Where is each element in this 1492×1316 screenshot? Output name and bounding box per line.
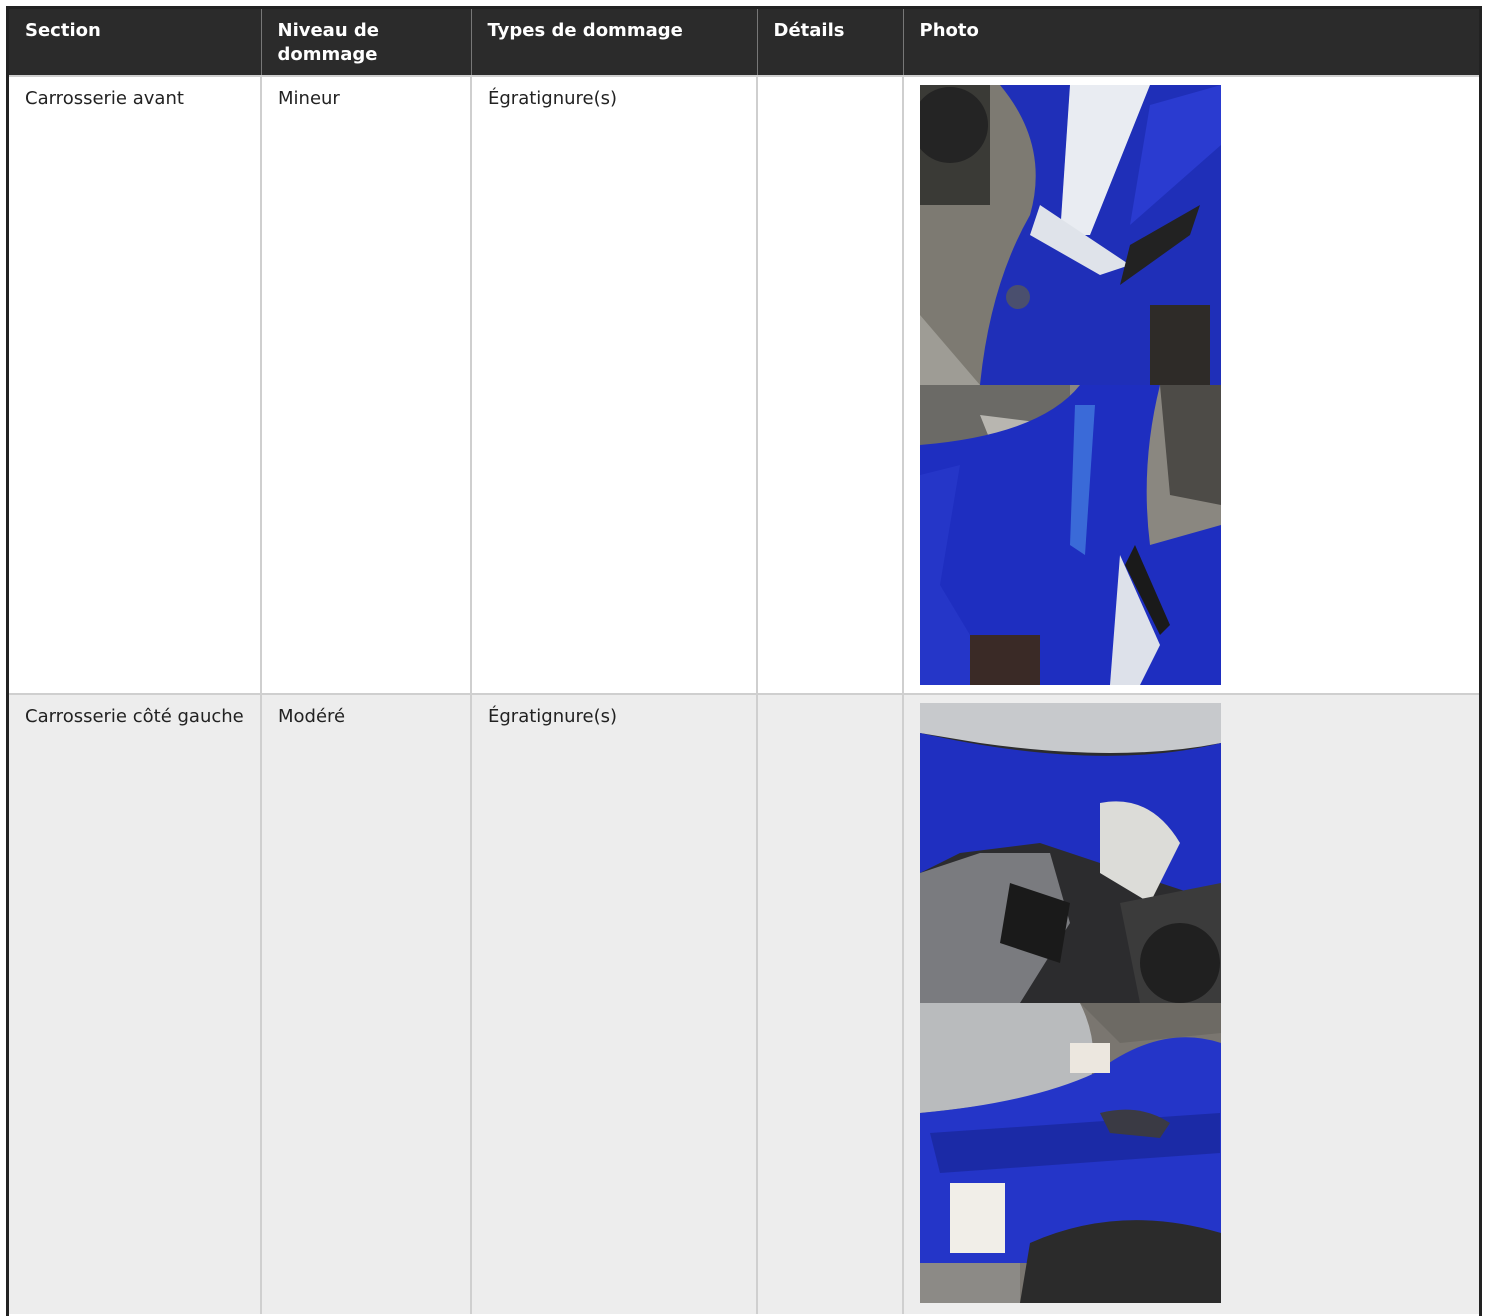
left-side-rear-fender-photo[interactable] <box>920 1003 1221 1303</box>
photo-stack <box>920 85 1221 685</box>
front-fairing-closeup-photo[interactable] <box>920 385 1221 685</box>
header-types: Types de dommage <box>471 9 758 76</box>
cell-section: Carrosserie côté gauche <box>9 693 262 1314</box>
header-section: Section <box>9 9 262 76</box>
table-header-row: Section Niveau de dommage Types de domma… <box>9 9 1479 76</box>
cell-photo <box>903 693 1479 1314</box>
cell-photo <box>903 75 1479 694</box>
photo-stack <box>920 703 1221 1303</box>
cell-types: Égratignure(s) <box>471 693 758 1314</box>
damage-report-table-frame: Section Niveau de dommage Types de domma… <box>6 6 1482 1316</box>
table-row: Carrosserie avant Mineur Égratignure(s) <box>9 75 1479 694</box>
damage-report-table: Section Niveau de dommage Types de domma… <box>9 9 1479 1314</box>
cell-section: Carrosserie avant <box>9 75 262 694</box>
cell-types: Égratignure(s) <box>471 75 758 694</box>
header-details: Détails <box>757 9 904 76</box>
front-fairing-photo[interactable] <box>920 85 1221 385</box>
header-photo: Photo <box>903 9 1479 76</box>
cell-level: Modéré <box>261 693 472 1314</box>
cell-level: Mineur <box>261 75 472 694</box>
table-row: Carrosserie côté gauche Modéré Égratignu… <box>9 693 1479 1314</box>
cell-details <box>757 75 904 694</box>
left-side-panel-photo[interactable] <box>920 703 1221 1003</box>
cell-details <box>757 693 904 1314</box>
header-level: Niveau de dommage <box>261 9 472 76</box>
